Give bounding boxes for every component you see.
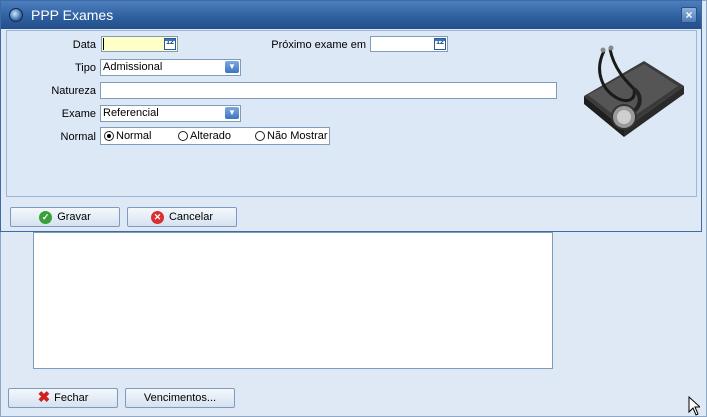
- close-icon[interactable]: ×: [681, 7, 697, 23]
- text-caret: [103, 38, 104, 50]
- save-label: Gravar: [57, 211, 91, 223]
- title-bar[interactable]: PPP Exames ×: [1, 1, 701, 29]
- window-title: PPP Exames: [31, 7, 114, 23]
- ppp-exames-dialog: PPP Exames × Data 12 Próximo exame em 12…: [0, 0, 702, 232]
- calendar-icon[interactable]: 12: [164, 38, 176, 50]
- close-window-label: Fechar: [54, 392, 89, 404]
- stethoscope-book-icon: [584, 45, 684, 137]
- radio-normal-label: Normal: [116, 130, 152, 142]
- vencimentos-button[interactable]: Vencimentos...: [125, 388, 235, 408]
- exame-value: Referencial: [103, 107, 159, 119]
- radio-nao-mostrar-label: Não Mostrar: [267, 130, 328, 142]
- tipo-select[interactable]: Admissional ▼: [100, 59, 241, 76]
- radio-unselected-icon: [178, 131, 188, 141]
- close-window-button[interactable]: ✖ Fechar: [8, 388, 118, 408]
- app-icon: [9, 8, 23, 22]
- chevron-down-icon[interactable]: ▼: [225, 61, 239, 73]
- radio-normal[interactable]: Normal: [104, 130, 151, 142]
- tipo-label: Tipo: [75, 62, 96, 74]
- cancel-icon: ✕: [150, 210, 164, 224]
- radio-selected-icon: [104, 131, 114, 141]
- normal-radio-group: Normal Alterado Não Mostrar: [100, 127, 330, 145]
- normal-label: Normal: [60, 131, 96, 143]
- calendar-day: 12: [166, 39, 174, 46]
- natureza-label: Natureza: [51, 85, 96, 97]
- radio-nao-mostrar[interactable]: Não Mostrar: [255, 130, 328, 142]
- check-icon: ✓: [39, 210, 53, 224]
- mouse-cursor-icon: [688, 396, 700, 416]
- radio-alterado[interactable]: Alterado: [178, 130, 231, 142]
- radio-unselected-icon: [255, 131, 265, 141]
- proximo-exame-label: Próximo exame em: [271, 39, 366, 51]
- tipo-value: Admissional: [103, 61, 163, 73]
- save-button[interactable]: ✓ Gravar: [10, 207, 120, 227]
- data-label: Data: [72, 39, 96, 51]
- exame-select[interactable]: Referencial ▼: [100, 105, 241, 122]
- natureza-field[interactable]: [100, 82, 557, 99]
- cancel-button[interactable]: ✕ Cancelar: [127, 207, 237, 227]
- chevron-down-icon[interactable]: ▼: [225, 107, 239, 119]
- red-x-icon: ✖: [37, 389, 51, 406]
- calendar-day: 12: [436, 39, 444, 46]
- background-list-panel[interactable]: [33, 232, 553, 369]
- cancel-label: Cancelar: [168, 211, 214, 223]
- proximo-exame-field[interactable]: 12: [370, 36, 448, 52]
- radio-alterado-label: Alterado: [190, 130, 231, 142]
- data-field[interactable]: 12: [101, 36, 178, 52]
- exame-label: Exame: [61, 108, 96, 120]
- calendar-icon[interactable]: 12: [434, 38, 446, 50]
- vencimentos-label: Vencimentos...: [143, 392, 217, 404]
